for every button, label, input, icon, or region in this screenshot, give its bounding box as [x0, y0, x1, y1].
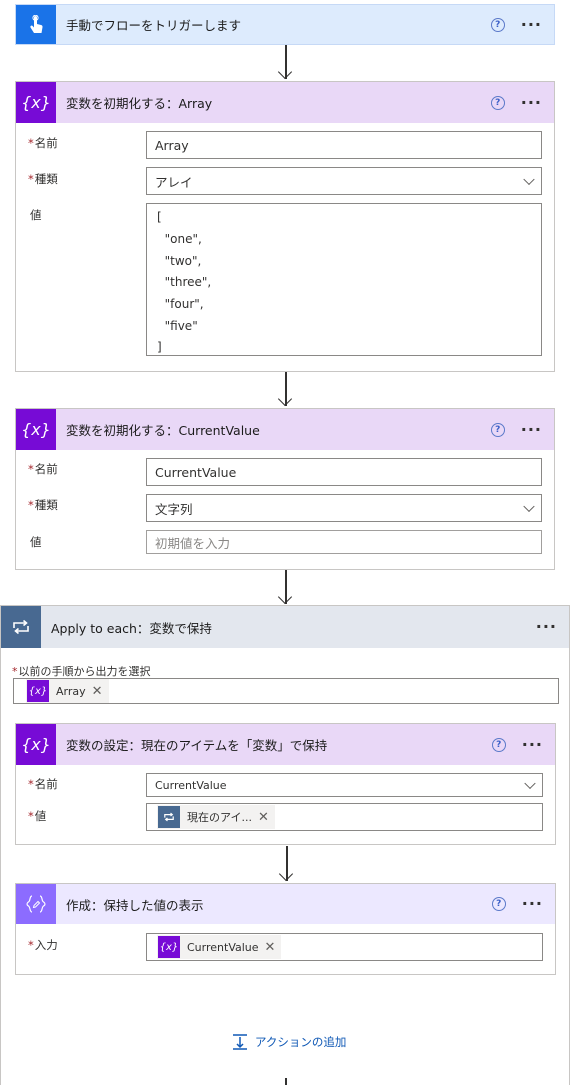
select-output-label: *以前の手順から出力を選択 [12, 665, 151, 678]
code-line: "five" [157, 319, 198, 333]
variable-icon: {x} [27, 680, 49, 702]
help-circle-icon[interactable]: ? [490, 95, 505, 110]
name-field[interactable]: CurrentValue [146, 458, 542, 486]
name-select-value: CurrentValue [155, 778, 227, 792]
flow-arrow [277, 45, 293, 81]
loop-icon [1, 606, 41, 648]
flow-arrow [279, 1078, 293, 1085]
loop-icon [158, 806, 180, 828]
token-label: Array [56, 684, 86, 698]
code-line: "one", [157, 232, 202, 246]
type-label: *種類 [28, 498, 58, 512]
compose-title: 作成：保持した値の表示 [66, 897, 204, 913]
init-array-card[interactable]: {x} 変数を初期化する：Array ? ··· *名前 Array *種類 ア… [15, 81, 555, 372]
close-icon[interactable]: ✕ [265, 940, 282, 955]
more-ellipsis-icon[interactable]: ··· [521, 421, 542, 438]
add-action-label: アクションの追加 [255, 1035, 347, 1049]
more-ellipsis-icon[interactable]: ··· [536, 619, 557, 635]
code-line: "two", [157, 254, 202, 268]
apply-each-title: Apply to each：変数で保持 [51, 620, 212, 636]
init-array-title: 変数を初期化する：Array [66, 96, 213, 111]
flow-arrow [277, 372, 293, 408]
add-action-icon [233, 1034, 247, 1050]
init-array-header[interactable]: {x} 変数を初期化する：Array ? ··· [16, 82, 554, 123]
set-variable-header[interactable]: {x} 変数の設定：現在のアイテムを「変数」で保持 ? ··· [16, 724, 555, 765]
close-icon[interactable]: ✕ [92, 684, 109, 699]
close-icon[interactable]: ✕ [258, 810, 275, 825]
value-label: 値 [30, 535, 42, 549]
help-circle-icon[interactable]: ? [491, 737, 506, 752]
variable-icon: {x} [16, 82, 56, 123]
compose-card[interactable]: 作成：保持した値の表示 ? ··· *入力 {x} CurrentValue ✕ [15, 883, 556, 975]
value-field[interactable]: 現在のアイ... ✕ [146, 803, 543, 831]
flow-arrow [278, 846, 294, 883]
code-line: [ [157, 210, 162, 224]
init-current-title: 変数を初期化する：CurrentValue [66, 423, 260, 438]
hand-touch-icon [16, 5, 56, 44]
type-select-value: 文字列 [155, 501, 193, 517]
type-label: *種類 [28, 172, 58, 186]
apply-each-card[interactable]: Apply to each：変数で保持 ··· *以前の手順から出力を選択 {x… [0, 605, 570, 1085]
help-circle-icon[interactable]: ? [490, 17, 505, 32]
variable-icon: {x} [16, 409, 56, 450]
code-line: "four", [157, 297, 204, 311]
more-ellipsis-icon[interactable]: ··· [521, 94, 542, 111]
set-variable-title: 変数の設定：現在のアイテムを「変数」で保持 [66, 738, 328, 753]
init-current-card[interactable]: {x} 変数を初期化する：CurrentValue ? ··· *名前 Curr… [15, 408, 555, 570]
input-label: *入力 [28, 938, 58, 952]
token-label: CurrentValue [187, 940, 259, 954]
name-field[interactable]: Array [146, 131, 542, 159]
select-output-field[interactable]: {x} Array ✕ [13, 678, 559, 704]
array-token[interactable]: {x} Array ✕ [26, 679, 109, 703]
add-action-button[interactable]: アクションの追加 [231, 1033, 346, 1051]
trigger-card[interactable]: 手動でフローをトリガーします ? ··· [15, 4, 555, 45]
token-label: 現在のアイ... [187, 811, 252, 824]
name-label: *名前 [28, 462, 58, 476]
name-select[interactable]: CurrentValue [146, 773, 543, 797]
trigger-title: 手動でフローをトリガーします [66, 18, 242, 33]
flow-arrow [277, 570, 293, 606]
chevron-down-icon [524, 777, 536, 790]
value-input[interactable]: 初期値を入力 [146, 530, 542, 554]
more-ellipsis-icon[interactable]: ··· [521, 16, 542, 33]
variable-icon: {x} [158, 936, 180, 958]
variable-icon: {x} [16, 724, 56, 765]
type-select[interactable]: 文字列 [146, 494, 542, 522]
value-label: 値 [30, 208, 42, 222]
compose-header[interactable]: 作成：保持した値の表示 ? ··· [16, 884, 555, 924]
init-current-header[interactable]: {x} 変数を初期化する：CurrentValue ? ··· [16, 409, 554, 450]
code-line: ] [157, 340, 162, 354]
more-ellipsis-icon[interactable]: ··· [522, 896, 543, 912]
input-field[interactable]: {x} CurrentValue ✕ [146, 933, 543, 961]
chevron-down-icon [523, 500, 535, 513]
help-circle-icon[interactable]: ? [491, 897, 506, 911]
current-item-token[interactable]: 現在のアイ... ✕ [157, 805, 275, 829]
code-line: "three", [157, 275, 212, 289]
type-select-value: アレイ [155, 174, 193, 190]
set-variable-card[interactable]: {x} 変数の設定：現在のアイテムを「変数」で保持 ? ··· *名前 Curr… [15, 723, 556, 845]
type-select[interactable]: アレイ [146, 167, 542, 195]
more-ellipsis-icon[interactable]: ··· [522, 736, 543, 753]
value-textarea[interactable]: [ "one", "two", "three", "four", "five" … [146, 203, 542, 356]
current-value-token[interactable]: {x} CurrentValue ✕ [157, 935, 282, 959]
chevron-down-icon [523, 173, 535, 186]
compose-icon [16, 884, 56, 924]
value-label: *値 [28, 809, 47, 823]
trigger-header[interactable]: 手動でフローをトリガーします ? ··· [16, 5, 554, 44]
name-label: *名前 [28, 777, 58, 791]
name-label: *名前 [28, 136, 58, 150]
apply-each-header[interactable]: Apply to each：変数で保持 ··· [1, 606, 569, 648]
help-circle-icon[interactable]: ? [490, 422, 505, 437]
